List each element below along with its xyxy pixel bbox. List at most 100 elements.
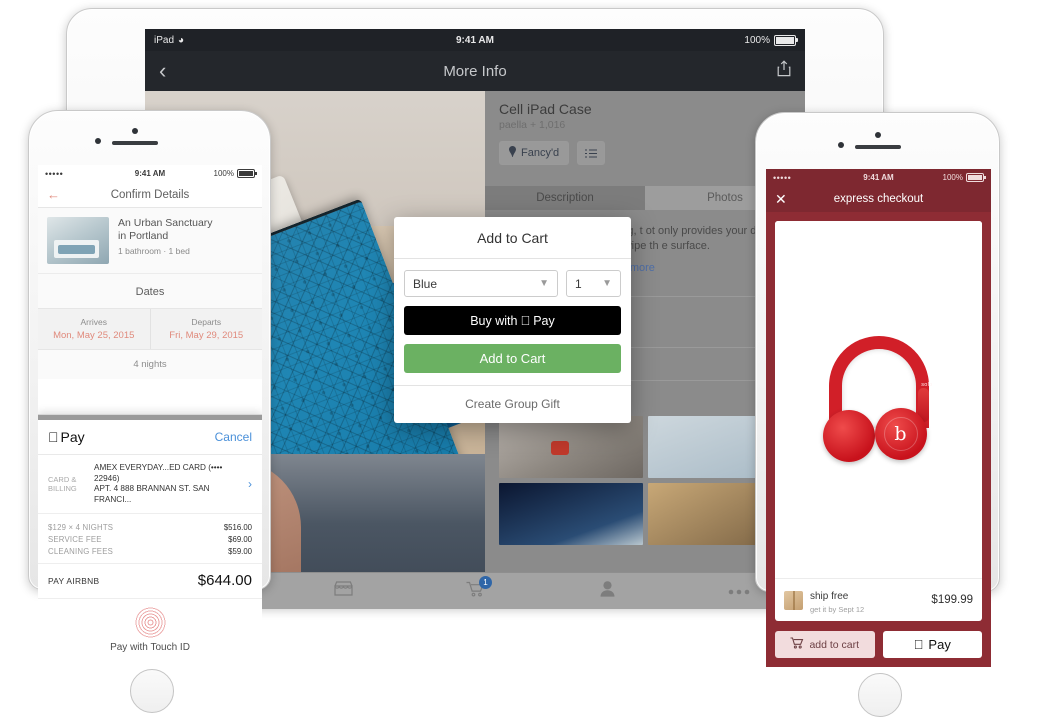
tab-more[interactable] — [722, 578, 756, 604]
home-button[interactable] — [858, 673, 902, 717]
fancyd-button[interactable]: Fancy'd — [499, 141, 570, 165]
card-and-billing-row[interactable]: CARD & BILLING AMEX EVERYDAY...ED CARD (… — [38, 455, 262, 514]
arrow-left-icon[interactable]: ← — [47, 187, 60, 202]
recommendation-thumb[interactable] — [499, 416, 643, 478]
modal-option-row: Blue ▼ 1 ▼ — [404, 270, 621, 297]
add-to-cart-button[interactable]: Add to Cart — [404, 344, 621, 373]
quantity-select[interactable]: 1 ▼ — [566, 270, 621, 297]
apple-pay-label: Pay — [923, 637, 950, 652]
departs-label: Departs — [191, 317, 222, 327]
ship-title: ship free — [810, 591, 849, 602]
listing-thumbnail — [47, 217, 109, 264]
color-select-value: Blue — [413, 276, 438, 291]
earpiece-speaker — [112, 141, 158, 145]
product-card: solo ship free get it by Sept 12 $199.99 — [775, 221, 982, 621]
listing-meta: 1 bathroom · 1 bed — [118, 246, 190, 256]
iphone-right-device: ••••• 9:41 AM 100% ✕ express checkout so… — [755, 112, 1000, 717]
chevron-right-icon: › — [248, 477, 252, 491]
battery-icon — [774, 34, 798, 46]
ipad-navbar-title: More Info — [443, 62, 507, 80]
apple-logo-icon:  — [520, 314, 530, 327]
express-checkout-content: solo ship free get it by Sept 12 $199.99 — [766, 212, 991, 667]
nights-count: 4 nights — [38, 350, 262, 379]
read-more-link[interactable]: more — [630, 262, 655, 274]
product-subtitle: paella + 1,016 — [499, 119, 566, 131]
touch-id-area[interactable]: Pay with Touch ID — [38, 599, 262, 662]
apple-pay-sheet: Pay Cancel CARD & BILLING AMEX EVERYDAY… — [38, 414, 262, 662]
fancy-navbar-title: express checkout — [833, 193, 924, 205]
ipad-carrier-label: iPad — [154, 34, 175, 46]
price-row: SERVICE FEE $69.00 — [48, 533, 252, 545]
cancel-button[interactable]: Cancel — [215, 430, 252, 444]
add-to-cart-modal: Add to Cart Blue ▼ 1 ▼ Buy with Pay Add… — [394, 217, 631, 423]
share-icon[interactable] — [777, 60, 791, 82]
proximity-sensor-icon — [838, 142, 844, 148]
color-select[interactable]: Blue ▼ — [404, 270, 558, 297]
list-icon[interactable] — [577, 141, 606, 165]
checkout-actions: add to cart Pay — [775, 631, 982, 658]
front-camera-icon — [875, 132, 881, 138]
battery-icon — [237, 168, 257, 179]
apple-pay-logo: Pay — [48, 429, 85, 445]
total-value: $644.00 — [197, 572, 252, 589]
listing-summary[interactable]: An Urban Sanctuary in Portland 1 bathroo… — [38, 208, 262, 274]
fancy-navbar: ✕ express checkout — [766, 186, 991, 212]
arrives-cell[interactable]: Arrives Mon, May 25, 2015 — [38, 309, 150, 349]
listing-name-line2: in Portland — [118, 230, 169, 242]
tab-store[interactable] — [326, 578, 360, 604]
airbnb-status-time: 9:41 AM — [134, 169, 166, 178]
buy-with-apple-pay-label: Buy with — [470, 313, 518, 328]
add-to-cart-button[interactable]: add to cart — [775, 631, 875, 658]
arrives-value: Mon, May 25, 2015 — [53, 330, 135, 341]
ipad-status-bar: iPad ◕ 9:41 AM 100% — [145, 29, 805, 51]
tab-description[interactable]: Description — [485, 186, 645, 210]
close-icon[interactable]: ✕ — [775, 192, 787, 206]
price-row-value: $516.00 — [223, 522, 252, 532]
proximity-sensor-icon — [95, 138, 101, 144]
beats-headphones-image: solo — [775, 221, 982, 578]
product-price: $199.99 — [931, 594, 973, 606]
recommendation-thumb[interactable] — [499, 483, 643, 545]
tab-cart[interactable]: 1 — [458, 576, 492, 604]
price-row-value: $59.00 — [228, 546, 252, 556]
apple-pay-mark: Pay — [528, 313, 555, 328]
product-action-row: Fancy'd — [499, 141, 791, 165]
listing-name-line1: An Urban Sanctuary — [118, 217, 213, 229]
front-camera-icon — [132, 128, 138, 134]
chevron-down-icon: ▼ — [539, 278, 549, 289]
airbnb-navbar-title: Confirm Details — [110, 188, 190, 201]
chevron-down-icon: ▼ — [602, 278, 612, 289]
chevron-left-icon[interactable]: ‹ — [159, 60, 166, 82]
iphone-left-device: ••••• 9:41 AM 100% ← Confirm Details An … — [28, 110, 271, 713]
touch-id-label: Pay with Touch ID — [110, 642, 190, 653]
battery-icon — [966, 172, 986, 183]
card-value-line1: AMEX EVERYDAY...ED CARD (•••• 22946) — [94, 463, 223, 483]
modal-title: Add to Cart — [394, 217, 631, 259]
buy-with-apple-pay-button[interactable]: Buy with Pay — [404, 306, 621, 335]
quantity-select-value: 1 — [575, 276, 582, 291]
card-value-line2: APT. 4 888 BRANNAN ST. SAN FRANCI... — [94, 484, 210, 504]
ipad-status-time: 9:41 AM — [456, 34, 494, 46]
package-icon — [784, 590, 803, 610]
departs-value: Fri, May 29, 2015 — [169, 330, 244, 341]
home-button[interactable] — [130, 669, 174, 713]
departs-cell[interactable]: Departs Fri, May 29, 2015 — [151, 309, 263, 349]
price-row: CLEANING FEES $59.00 — [48, 545, 252, 557]
iphone-left-screen: ••••• 9:41 AM 100% ← Confirm Details An … — [38, 165, 262, 662]
price-row-label: CLEANING FEES — [48, 546, 113, 556]
shipping-row: ship free get it by Sept 12 $199.99 — [775, 578, 982, 621]
person-icon — [600, 580, 615, 602]
apple-logo-icon:  — [48, 430, 59, 444]
total-row: PAY AIRBNB $644.00 — [38, 564, 262, 599]
create-group-gift-link[interactable]: Create Group Gift — [394, 385, 631, 423]
tab-profile[interactable] — [590, 578, 624, 604]
add-to-cart-label: add to cart — [809, 638, 860, 651]
ship-subtitle: get it by Sept 12 — [810, 605, 865, 614]
price-row-label: SERVICE FEE — [48, 534, 102, 544]
apple-pay-button[interactable]: Pay — [882, 631, 982, 658]
apple-pay-wordmark: Pay — [50, 429, 85, 445]
airbnb-status-bar: ••••• 9:41 AM 100% — [38, 165, 262, 182]
screenshot-canvas: iPad ◕ 9:41 AM 100% ‹ More Info Cell iPa… — [0, 0, 1037, 717]
dates-row: Arrives Mon, May 25, 2015 Departs Fri, M… — [38, 308, 262, 350]
wifi-icon: ◕ — [178, 34, 185, 46]
